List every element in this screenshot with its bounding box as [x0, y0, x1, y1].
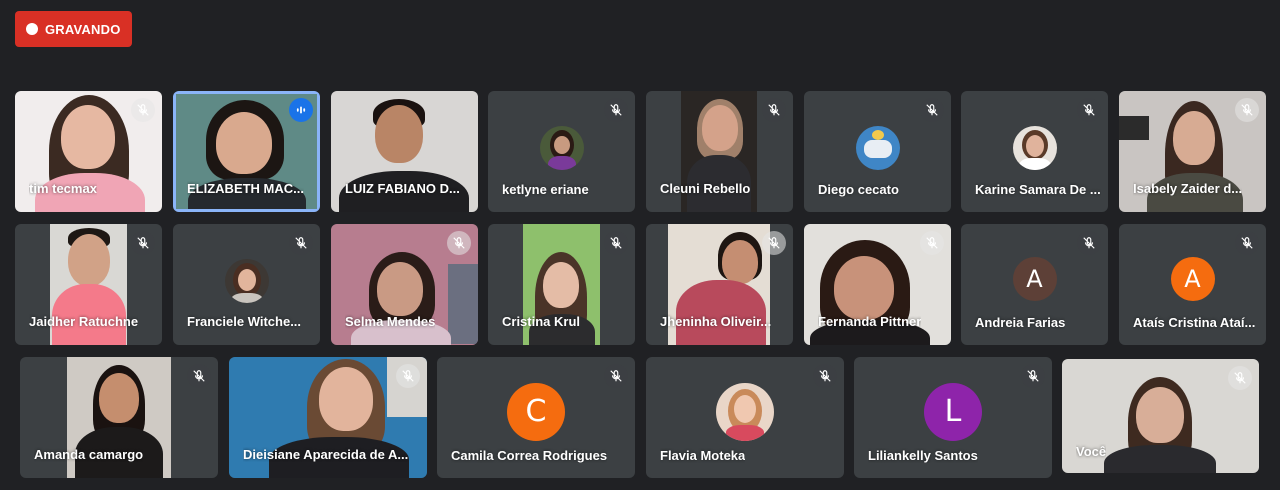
participant-avatar: A	[1012, 256, 1057, 301]
participant-name: Amanda camargo	[34, 447, 144, 462]
participant-name: Karine Samara De ...	[975, 182, 1101, 197]
mic-off-icon	[447, 231, 471, 255]
participant-name: Jaidher Ratuchne	[29, 314, 139, 329]
participant-tile[interactable]: ketlyne eriane	[488, 91, 635, 212]
participant-name: Diego cecato	[818, 182, 899, 197]
participant-avatar	[224, 258, 269, 303]
mic-off-icon	[1235, 98, 1259, 122]
participant-name: Andreia Farias	[975, 315, 1066, 330]
mic-off-icon	[604, 98, 628, 122]
participant-tile[interactable]: Flavia Moteka	[646, 357, 844, 478]
mic-off-icon	[1021, 364, 1045, 388]
participant-name: Flavia Moteka	[660, 448, 746, 463]
participant-name: Ataís Cristina Ataí...	[1133, 315, 1256, 330]
participant-avatar	[539, 125, 584, 170]
participant-name: Selma Mendes	[345, 314, 436, 329]
participant-tile[interactable]: Karine Samara De ...	[961, 91, 1108, 212]
mic-off-icon	[920, 231, 944, 255]
participant-avatar	[716, 382, 774, 441]
recording-badge: GRAVANDO	[15, 11, 132, 47]
participant-avatar: A	[1170, 256, 1215, 301]
mic-off-icon	[604, 364, 628, 388]
participant-name: Dieisiane Aparecida de A...	[243, 447, 409, 462]
mic-off-icon	[1077, 98, 1101, 122]
participant-tile[interactable]: Fernanda Pittner	[804, 224, 951, 345]
recording-dot-icon	[26, 23, 38, 35]
participant-name: Liliankelly Santos	[868, 448, 978, 463]
participant-name: ELIZABETH MAC...	[187, 181, 304, 196]
participant-tile[interactable]: Franciele Witche...	[173, 224, 320, 345]
participant-tile[interactable]: Dieisiane Aparecida de A...	[229, 357, 427, 478]
mic-off-icon	[1077, 231, 1101, 255]
mic-off-icon	[289, 231, 313, 255]
participant-avatar	[1012, 125, 1057, 170]
participant-tile[interactable]: C Camila Correa Rodrigues	[437, 357, 635, 478]
participant-tile[interactable]: ELIZABETH MAC...	[173, 91, 320, 212]
mic-off-icon	[1235, 231, 1259, 255]
participant-avatar: L	[924, 382, 982, 441]
speaking-indicator-icon	[289, 98, 313, 122]
participant-tile[interactable]: A Ataís Cristina Ataí...	[1119, 224, 1266, 345]
participant-name: tim tecmax	[29, 181, 97, 196]
participant-name: Cristina Krul	[502, 314, 581, 329]
mic-off-icon	[762, 98, 786, 122]
participant-tile[interactable]: Cleuni Rebello	[646, 91, 793, 212]
self-name: Você	[1076, 444, 1107, 459]
participant-tile[interactable]: Jaidher Ratuchne	[15, 224, 162, 345]
mic-off-icon	[131, 98, 155, 122]
participant-avatar: C	[507, 382, 565, 441]
participant-tile[interactable]: Cristina Krul	[488, 224, 635, 345]
mic-off-icon	[762, 231, 786, 255]
participant-tile[interactable]: Você	[1062, 359, 1259, 473]
mic-off-icon	[813, 364, 837, 388]
participant-name: Isabely Zaider d...	[1133, 181, 1243, 196]
participant-name: Jheninha Oliveir...	[660, 314, 772, 329]
participant-tile[interactable]: Diego cecato	[804, 91, 951, 212]
mic-off-icon	[604, 231, 628, 255]
participant-tile[interactable]: L Liliankelly Santos	[854, 357, 1052, 478]
mic-off-icon	[396, 364, 420, 388]
participant-name: Fernanda Pittner	[818, 314, 922, 329]
participant-name: ketlyne eriane	[502, 182, 589, 197]
participant-tile[interactable]: LUIZ FABIANO D...	[331, 91, 478, 212]
mic-off-icon	[920, 98, 944, 122]
mic-off-icon	[131, 231, 155, 255]
recording-label: GRAVANDO	[45, 21, 121, 37]
participant-name: LUIZ FABIANO D...	[345, 181, 460, 196]
mic-off-icon	[187, 364, 211, 388]
participant-tile[interactable]: Amanda camargo	[20, 357, 218, 478]
participant-tile[interactable]: Selma Mendes	[331, 224, 478, 345]
participant-tile[interactable]: A Andreia Farias	[961, 224, 1108, 345]
participant-name: Franciele Witche...	[187, 314, 302, 329]
participant-tile[interactable]: tim tecmax	[15, 91, 162, 212]
participant-name: Camila Correa Rodrigues	[451, 448, 608, 463]
participant-name: Cleuni Rebello	[660, 181, 751, 196]
participant-tile[interactable]: Jheninha Oliveir...	[646, 224, 793, 345]
mic-off-icon	[1228, 366, 1252, 390]
participant-tile[interactable]: Isabely Zaider d...	[1119, 91, 1266, 212]
participant-avatar	[855, 125, 900, 170]
